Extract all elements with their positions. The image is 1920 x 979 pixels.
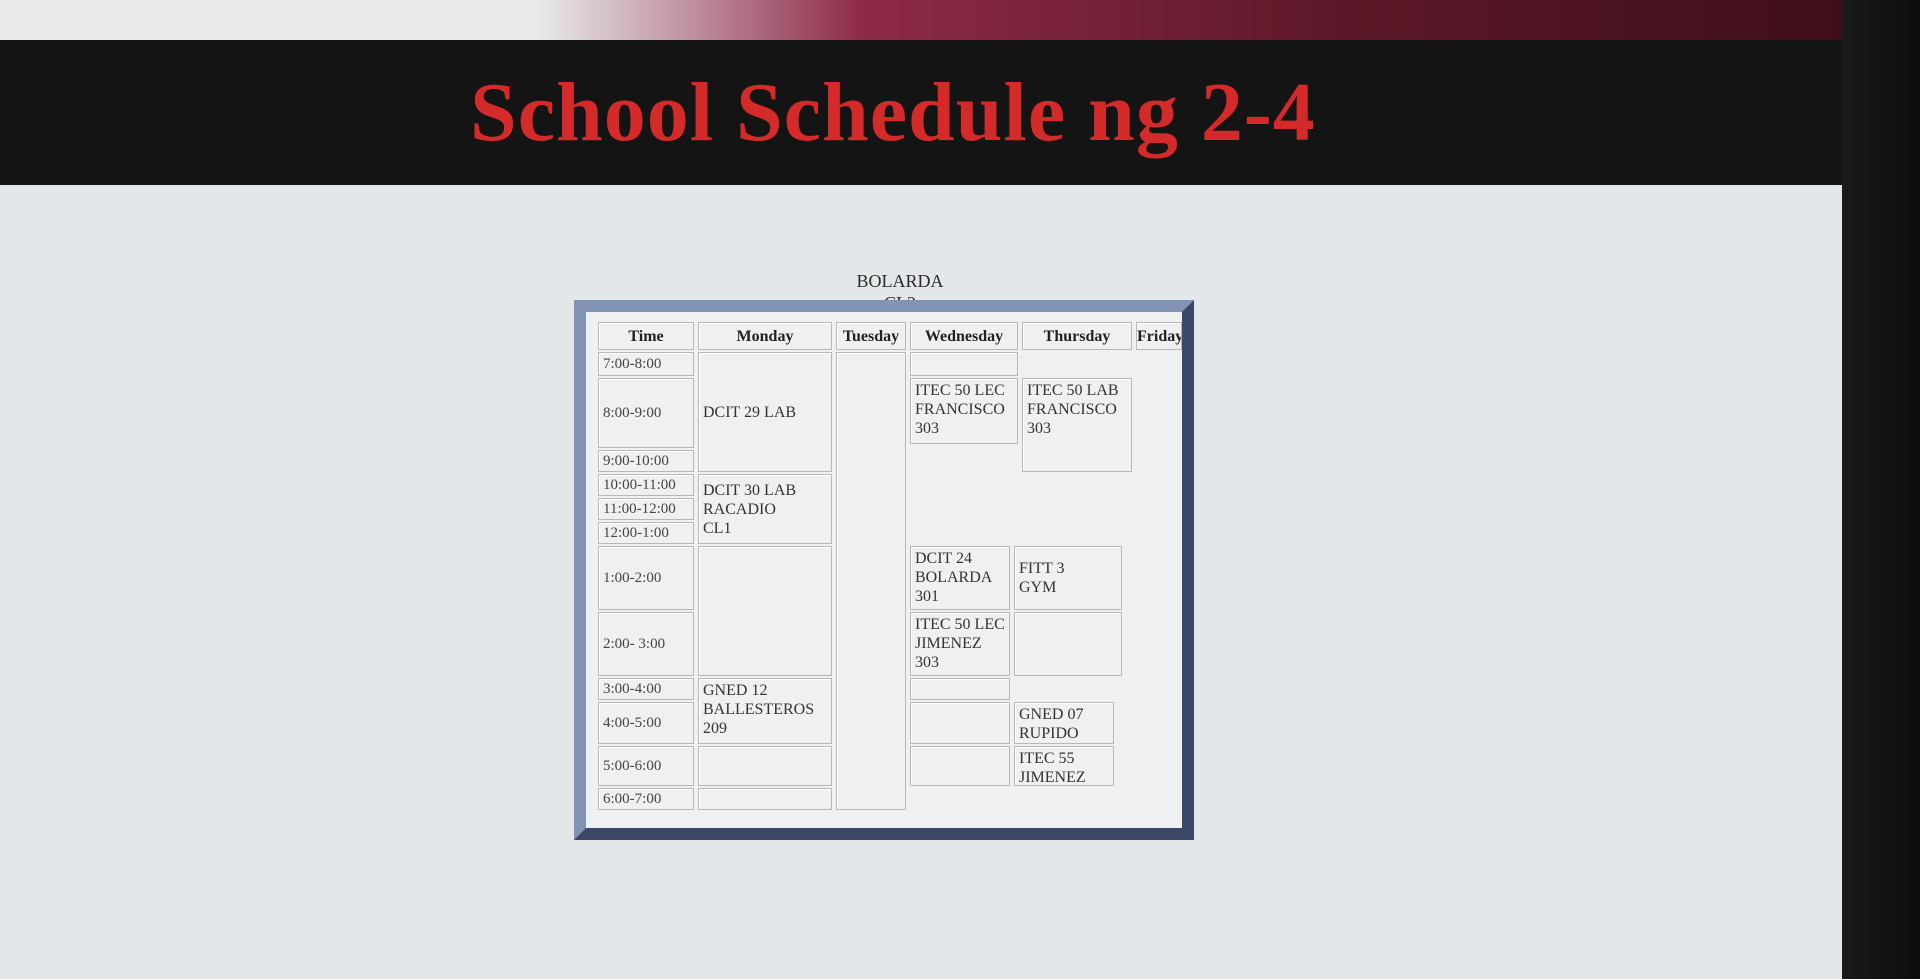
empty-slot — [910, 746, 1010, 786]
caption-name: BOLARDA — [856, 271, 944, 291]
header-thursday: Thursday — [1022, 322, 1132, 350]
time-slot: 6:00-7:00 — [598, 788, 694, 810]
class-instructor: JIMENEZ — [915, 635, 982, 652]
title-banner: School Schedule ng 2-4 — [0, 40, 1920, 185]
class-thursday-itec50-lab: ITEC 50 LAB FRANCISCO 303 — [1022, 378, 1132, 472]
page: School Schedule ng 2-4 BOLARDA CL2 Time … — [0, 0, 1920, 979]
empty-slot — [910, 678, 1010, 700]
class-code: GNED 12 — [703, 682, 768, 699]
class-instructor: RUPIDO — [1019, 725, 1079, 742]
class-code: ITEC 55 — [1019, 750, 1075, 767]
time-slot: 9:00-10:00 — [598, 450, 694, 472]
schedule-table: Time Monday Tuesday Wednesday Thursday F… — [598, 322, 1182, 818]
class-instructor: BALLESTEROS — [703, 701, 815, 718]
empty-slot — [698, 546, 832, 676]
tuesday-column-empty — [836, 352, 906, 810]
header-wednesday: Wednesday — [910, 322, 1018, 350]
class-code: DCIT 30 LAB — [703, 481, 797, 499]
time-slot: 12:00-1:00 — [598, 522, 694, 544]
class-wednesday-itec50-lec-jimenez: ITEC 50 LEC JIMENEZ 303 — [910, 612, 1010, 676]
class-thursday-gned07: GNED 07 RUPIDO — [1014, 702, 1114, 744]
class-room: 301 — [915, 588, 939, 605]
empty-slot — [910, 352, 1018, 376]
class-room: CL1 — [703, 519, 732, 537]
window-top-strip — [0, 0, 1920, 40]
header-tuesday: Tuesday — [836, 322, 906, 350]
class-code: ITEC 50 LEC — [915, 616, 1005, 633]
class-wednesday-itec50-lec: ITEC 50 LEC FRANCISCO 303 — [910, 378, 1018, 444]
class-code: FITT 3 — [1019, 560, 1065, 577]
page-title: School Schedule ng 2-4 — [470, 66, 1316, 159]
header-friday: Friday — [1136, 322, 1182, 350]
class-code: GNED 07 — [1019, 706, 1084, 723]
class-instructor: BOLARDA — [915, 569, 993, 586]
class-instructor: FRANCISCO — [915, 401, 1005, 418]
class-code: DCIT 24 — [915, 550, 973, 567]
time-slot: 10:00-11:00 — [598, 474, 694, 496]
class-monday-dcit30: DCIT 30 LAB RACADIO CL1 — [698, 474, 832, 544]
empty-slot — [698, 746, 832, 786]
class-instructor: RACADIO — [703, 500, 776, 518]
class-thursday-fitt3: FITT 3 GYM — [1014, 546, 1122, 610]
class-code: ITEC 50 LAB — [1027, 382, 1119, 399]
class-monday-dcit29: DCIT 29 LAB — [698, 352, 832, 472]
empty-slot — [910, 702, 1010, 744]
header-time: Time — [598, 322, 694, 350]
schedule-frame: Time Monday Tuesday Wednesday Thursday F… — [574, 300, 1194, 840]
class-instructor: FRANCISCO — [1027, 401, 1117, 418]
time-slot: 8:00-9:00 — [598, 378, 694, 448]
empty-slot — [1014, 612, 1122, 676]
time-slot: 4:00-5:00 — [598, 702, 694, 744]
class-thursday-itec55: ITEC 55 JIMENEZ — [1014, 746, 1114, 786]
time-slot: 11:00-12:00 — [598, 498, 694, 520]
class-room: 303 — [1027, 420, 1051, 437]
time-slot: 5:00-6:00 — [598, 746, 694, 786]
time-slot: 3:00-4:00 — [598, 678, 694, 700]
monitor-bezel — [1842, 0, 1920, 979]
header-monday: Monday — [698, 322, 832, 350]
time-slot: 2:00- 3:00 — [598, 612, 694, 676]
class-room: GYM — [1019, 579, 1057, 596]
class-instructor: JIMENEZ — [1019, 769, 1086, 786]
time-slot: 1:00-2:00 — [598, 546, 694, 610]
time-slot: 7:00-8:00 — [598, 352, 694, 376]
class-monday-gned12: GNED 12 BALLESTEROS 209 — [698, 678, 832, 744]
class-room: 303 — [915, 420, 939, 437]
class-code: ITEC 50 LEC — [915, 382, 1005, 399]
class-wednesday-dcit24: DCIT 24 BOLARDA 301 — [910, 546, 1010, 610]
class-room: 303 — [915, 654, 939, 671]
class-code: DCIT 29 LAB — [703, 403, 797, 421]
class-room: 209 — [703, 720, 727, 737]
empty-slot — [698, 788, 832, 810]
